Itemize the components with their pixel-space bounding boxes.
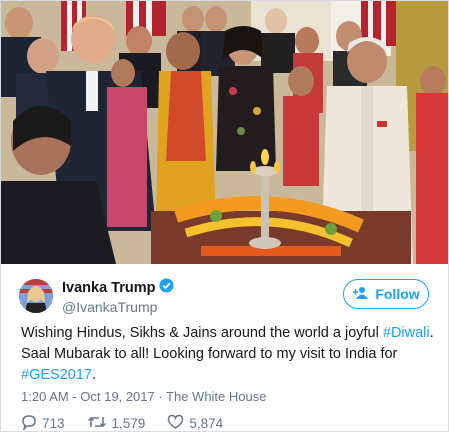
verified-badge-icon — [159, 278, 175, 298]
retweet-action[interactable]: 1,579 — [87, 414, 146, 433]
display-name[interactable]: Ivanka Trump — [62, 280, 155, 296]
tweet-photo[interactable] — [1, 1, 448, 264]
hashtag-diwali[interactable]: #Diwali — [383, 325, 430, 341]
reply-action[interactable]: 713 — [21, 414, 65, 433]
hashtag-ges2017[interactable]: #GES2017 — [21, 367, 92, 383]
reply-icon — [21, 414, 37, 433]
meta-separator: · — [154, 389, 167, 404]
timestamp[interactable]: 1:20 AM - Oct 19, 2017 — [21, 389, 155, 404]
retweet-icon — [87, 414, 107, 433]
avatar[interactable] — [19, 279, 53, 313]
tweet-text-part-3: . — [91, 367, 96, 383]
reply-count: 713 — [42, 416, 65, 431]
tweet-meta: 1:20 AM - Oct 19, 2017 · The White House — [21, 389, 266, 404]
tweet-actions: 713 1,579 5,874 — [21, 414, 223, 433]
tweet-text: Wishing Hindus, Sikhs & Jains around the… — [21, 323, 441, 386]
follow-button[interactable]: Follow — [343, 279, 429, 309]
tweet-text-part-1: Wishing Hindus, Sikhs & Jains around the… — [21, 325, 383, 341]
tweet-header: Ivanka Trump @IvankaTrump Follow — [1, 269, 448, 319]
retweet-count: 1,579 — [111, 416, 146, 431]
like-count: 5,874 — [189, 416, 224, 431]
tweet-card: Ivanka Trump @IvankaTrump Follow Wishing… — [0, 0, 449, 432]
handle[interactable]: @IvankaTrump — [62, 299, 174, 315]
location[interactable]: The White House — [166, 389, 266, 404]
author-names: Ivanka Trump @IvankaTrump — [62, 278, 175, 315]
like-icon — [167, 414, 184, 433]
like-action[interactable]: 5,874 — [167, 414, 223, 433]
follow-label: Follow — [375, 286, 420, 302]
follow-person-icon — [352, 286, 370, 303]
